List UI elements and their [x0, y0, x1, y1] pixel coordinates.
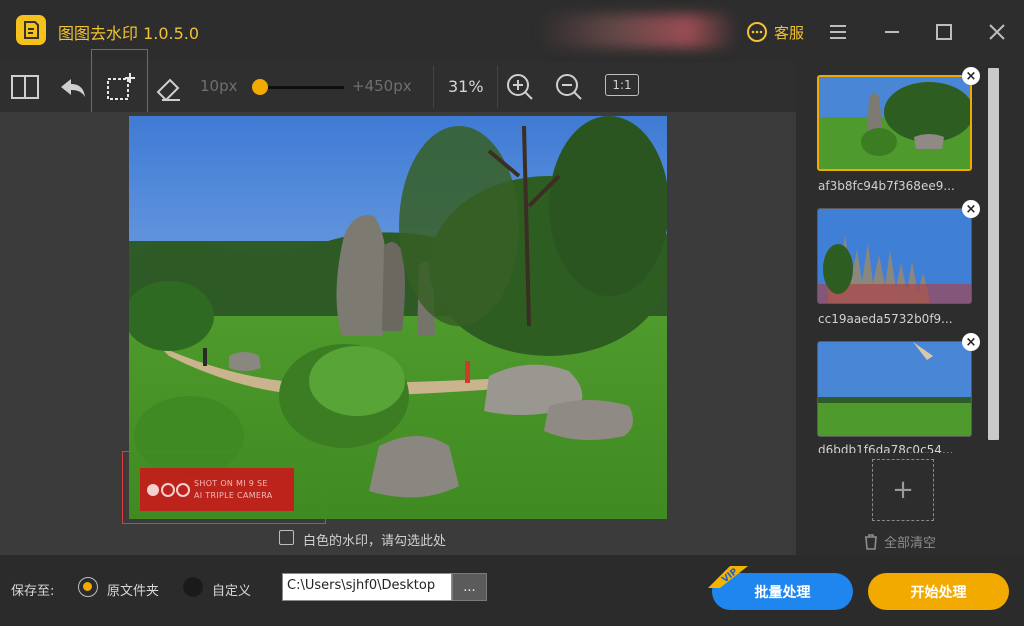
white-watermark-checkbox[interactable]: [279, 530, 294, 545]
toolbar-divider: [433, 66, 434, 108]
plus-icon: +: [892, 475, 914, 505]
radio-custom-folder[interactable]: [183, 577, 203, 597]
brush-min-label: 10px: [200, 77, 238, 95]
zoom-out-icon[interactable]: [552, 70, 586, 104]
blurred-region: [538, 14, 738, 48]
selected-tool-highlight: [91, 49, 148, 115]
actual-size-button[interactable]: 1:1: [605, 74, 639, 96]
queue-scrollbar[interactable]: [988, 68, 999, 440]
start-process-label: 开始处理: [910, 584, 967, 601]
customer-service-label: 客服: [774, 23, 805, 42]
remove-item-icon[interactable]: ×: [962, 333, 980, 351]
app-title: 图图去水印 1.0.5.0: [58, 24, 200, 43]
app-logo-icon: [16, 15, 46, 45]
watermark-overlay: [140, 468, 294, 511]
trash-icon: [865, 533, 877, 550]
clear-all-button[interactable]: 全部清空: [864, 532, 936, 551]
menu-icon[interactable]: [826, 20, 850, 44]
original-folder-label[interactable]: 原文件夹: [107, 580, 159, 599]
chat-icon: [747, 22, 767, 42]
compare-view-icon[interactable]: [8, 70, 42, 104]
clear-all-label: 全部清空: [884, 536, 937, 551]
vip-badge: VIP: [700, 566, 756, 588]
toolbar-divider: [497, 66, 498, 108]
add-image-button[interactable]: +: [872, 459, 934, 521]
queue-thumbnail[interactable]: [817, 75, 972, 171]
brush-max-label: +450px: [352, 77, 412, 95]
queue-item-name: cc19aaeda5732b0f9...: [818, 312, 953, 326]
queue-item-name: af3b8fc94b7f368ee9...: [818, 179, 955, 193]
close-icon[interactable]: [985, 20, 1009, 44]
custom-folder-label[interactable]: 自定义: [212, 580, 251, 599]
zoom-level: 31%: [448, 77, 484, 96]
remove-item-icon[interactable]: ×: [962, 200, 980, 218]
save-to-label: 保存至:: [11, 584, 55, 599]
minimize-icon[interactable]: [880, 20, 904, 44]
maximize-icon[interactable]: [932, 20, 956, 44]
queue-thumbnail[interactable]: [817, 208, 972, 304]
eraser-icon[interactable]: [152, 70, 186, 104]
zoom-in-icon[interactable]: [503, 70, 537, 104]
output-path-field[interactable]: C:\Users\sjhf0\Desktop: [282, 573, 452, 601]
queue-thumbnail[interactable]: [817, 341, 972, 437]
browse-button[interactable]: ...: [452, 573, 487, 601]
queue-item-name: d6bdb1f6da78c0c54...: [818, 443, 954, 453]
batch-process-label: 批量处理: [754, 584, 811, 601]
customer-service-button[interactable]: 客服: [746, 20, 804, 44]
watermark-text-line1: SHOT ON MI 9 SE: [194, 479, 268, 488]
white-watermark-label[interactable]: 白色的水印，请勾选此处: [303, 530, 446, 549]
start-process-button[interactable]: 开始处理: [868, 573, 1009, 610]
undo-icon[interactable]: [56, 70, 90, 104]
radio-original-folder[interactable]: [78, 577, 98, 597]
remove-item-icon[interactable]: ×: [962, 67, 980, 85]
brush-size-slider[interactable]: [256, 86, 344, 89]
watermark-text-line2: AI TRIPLE CAMERA: [194, 491, 273, 500]
